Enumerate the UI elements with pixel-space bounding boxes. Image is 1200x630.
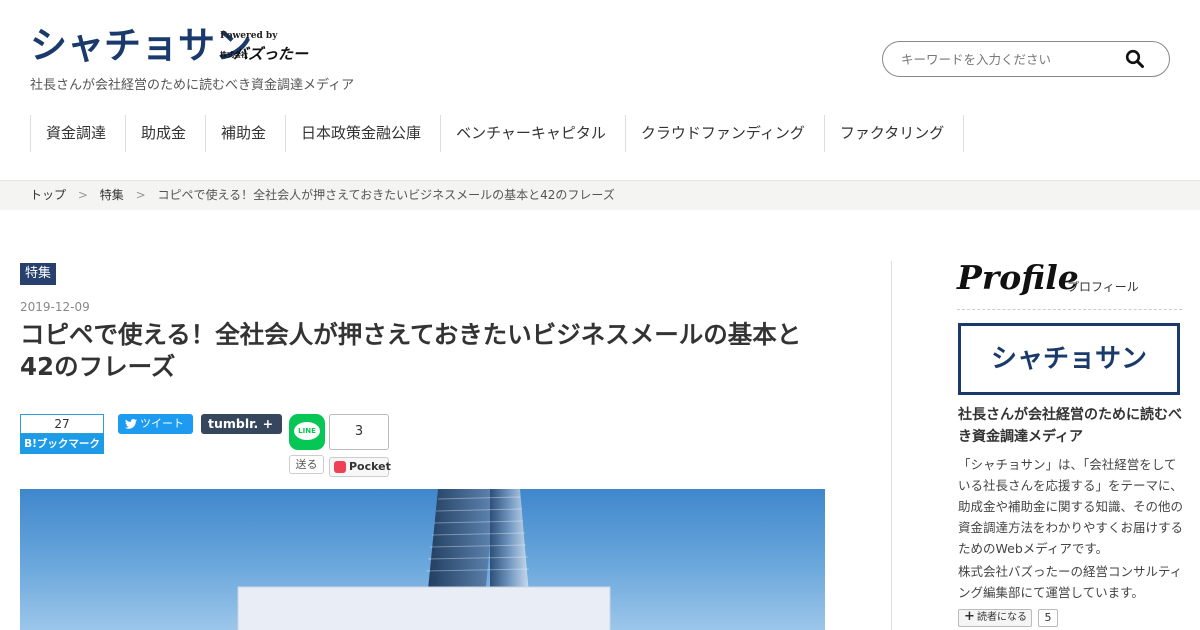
pocket-label: Pocket bbox=[349, 460, 391, 473]
pocket-button[interactable]: Pocket bbox=[329, 457, 391, 477]
line-send-button[interactable]: 送る bbox=[289, 455, 324, 474]
main-nav: 資金調達 助成金 補助金 日本政策金融公庫 ベンチャーキャピタル クラウドファン… bbox=[30, 115, 965, 152]
company-prefix: 株式会社 bbox=[220, 50, 248, 59]
site-tagline: 社長さんが会社経営のために読むべき資金調達メディア bbox=[30, 78, 355, 93]
tweet-label: ツイート bbox=[140, 417, 184, 430]
profile-operator: 株式会社バズったーの経営コンサルティング編集部にて運営しています。 bbox=[958, 564, 1183, 600]
nav-item-jfc[interactable]: 日本政策金融公庫 bbox=[285, 115, 440, 152]
hatena-label: B!ブックマーク bbox=[20, 434, 104, 454]
twitter-bird-icon bbox=[125, 419, 137, 429]
line-icon: LINE bbox=[294, 422, 320, 440]
profile-heading: Profile bbox=[957, 258, 1079, 297]
profile-subheading: プロフィール bbox=[1067, 280, 1139, 294]
tweet-button[interactable]: ツイート bbox=[118, 414, 193, 434]
profile-description: 「シャチョサン」は、「会社経営をしている社長さんを応援する」をテーマに、助成金や… bbox=[958, 457, 1184, 556]
breadcrumb-category[interactable]: 特集 bbox=[100, 188, 124, 202]
article-date: 2019-12-09 bbox=[20, 300, 90, 314]
hatena-bookmark-button[interactable]: 27 B!ブックマーク bbox=[20, 414, 104, 454]
subscribe-button[interactable]: 読者になる bbox=[958, 609, 1032, 627]
subscriber-count: 5 bbox=[1038, 609, 1058, 627]
category-badge[interactable]: 特集 bbox=[20, 263, 57, 285]
search-box bbox=[882, 41, 1170, 77]
breadcrumb: トップ > 特集 > コピペで使える！全社会人が押さえておきたいビジネスメールの… bbox=[0, 180, 1200, 210]
nav-item-fundraising[interactable]: 資金調達 bbox=[30, 115, 125, 152]
logo-text: シャチョサン bbox=[30, 24, 252, 67]
pocket-count: 3 bbox=[329, 414, 389, 450]
profile-divider bbox=[957, 309, 1182, 310]
tumblr-label: tumblr. bbox=[208, 416, 259, 431]
breadcrumb-separator: > bbox=[135, 188, 146, 202]
column-divider bbox=[891, 261, 892, 630]
breadcrumb-top[interactable]: トップ bbox=[30, 188, 66, 202]
nav-item-crowdfunding[interactable]: クラウドファンディング bbox=[624, 115, 824, 152]
nav-item-subsidy-grant[interactable]: 助成金 bbox=[125, 115, 205, 152]
article-title: コピペで使える！全社会人が押さえておきたいビジネスメールの基本と42のフレーズ bbox=[20, 320, 802, 381]
company-name: バズったー bbox=[233, 45, 309, 63]
profile-tagline: 社長さんが会社経営のために読むべき資金調達メディア bbox=[958, 407, 1182, 445]
company-logo: 株式会社バズったー bbox=[220, 43, 308, 64]
nav-item-venture-capital[interactable]: ベンチャーキャピタル bbox=[440, 115, 625, 152]
breadcrumb-separator: > bbox=[77, 188, 88, 202]
tumblr-button[interactable]: tumblr. + bbox=[201, 414, 282, 434]
hatena-count: 27 bbox=[20, 414, 104, 434]
profile-logo: シャチョサン bbox=[958, 323, 1180, 395]
tumblr-plus-icon: + bbox=[262, 416, 274, 431]
nav-item-factoring[interactable]: ファクタリング bbox=[823, 115, 965, 152]
pocket-icon bbox=[334, 461, 346, 473]
powered-by-label: Powered by bbox=[220, 31, 278, 41]
search-input[interactable] bbox=[901, 50, 1121, 68]
site-logo[interactable]: シャチョサン Powered by 株式会社バズったー bbox=[30, 24, 308, 67]
breadcrumb-current: コピペで使える！全社会人が押さえておきたいビジネスメールの基本と42のフレーズ bbox=[157, 188, 615, 202]
article-hero-image bbox=[20, 489, 825, 630]
line-share-button[interactable]: LINE bbox=[289, 414, 325, 450]
skyscraper-image bbox=[237, 489, 611, 630]
search-icon[interactable] bbox=[1125, 49, 1145, 69]
nav-item-subsidy[interactable]: 補助金 bbox=[205, 115, 285, 152]
